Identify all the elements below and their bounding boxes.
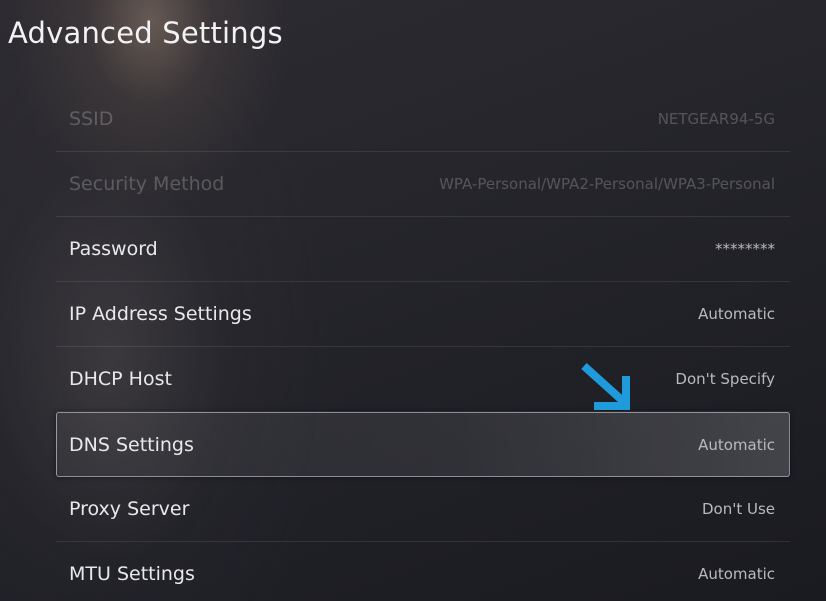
setting-row-dns-settings[interactable]: DNS Settings Automatic (56, 412, 790, 477)
setting-label: SSID (69, 108, 114, 130)
setting-value: ******** (715, 240, 775, 258)
setting-row-ip-address-settings[interactable]: IP Address Settings Automatic (56, 282, 790, 347)
setting-value: Automatic (698, 565, 775, 583)
settings-list: SSID NETGEAR94-5G Security Method WPA-Pe… (56, 87, 790, 601)
setting-row-password[interactable]: Password ******** (56, 217, 790, 282)
setting-label: Proxy Server (69, 498, 190, 520)
setting-label: DHCP Host (69, 368, 172, 390)
setting-value: WPA-Personal/WPA2-Personal/WPA3-Personal (439, 175, 775, 193)
arrow-down-right-icon (581, 363, 630, 410)
setting-label: DNS Settings (69, 433, 194, 456)
setting-value: Automatic (698, 435, 775, 454)
setting-label: Security Method (69, 173, 225, 195)
setting-value: Don't Specify (675, 370, 775, 388)
setting-value: Automatic (698, 305, 775, 323)
setting-label: MTU Settings (69, 563, 195, 585)
setting-value: NETGEAR94-5G (657, 110, 775, 128)
setting-label: Password (69, 238, 158, 260)
setting-value: Don't Use (701, 500, 775, 518)
setting-row-security-method: Security Method WPA-Personal/WPA2-Person… (56, 152, 790, 217)
page-title: Advanced Settings (8, 16, 283, 50)
setting-label: IP Address Settings (69, 303, 252, 325)
setting-row-proxy-server[interactable]: Proxy Server Don't Use (56, 477, 790, 542)
setting-row-ssid: SSID NETGEAR94-5G (56, 87, 790, 152)
setting-row-mtu-settings[interactable]: MTU Settings Automatic (56, 542, 790, 601)
setting-row-dhcp-host[interactable]: DHCP Host Don't Specify (56, 347, 790, 412)
